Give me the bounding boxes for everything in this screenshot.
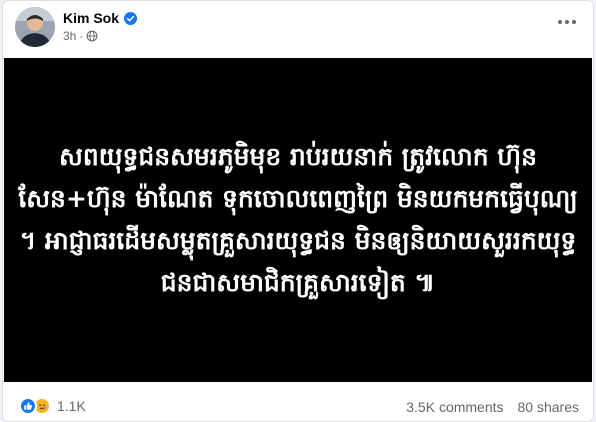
post-image[interactable]: សពយុទ្ធជនសមរភូមិមុខ រាប់រយនាក់ ត្រូវលោក … bbox=[4, 58, 592, 382]
meta-separator: · bbox=[79, 29, 84, 43]
post-meta: 3h · bbox=[63, 29, 98, 43]
like-icon bbox=[19, 397, 37, 415]
author-name[interactable]: Kim Sok bbox=[63, 10, 119, 26]
comments-count[interactable]: 3.5K comments bbox=[406, 399, 503, 415]
engagement-stats: 3.5K comments 80 shares bbox=[406, 399, 579, 415]
avatar-image bbox=[15, 7, 55, 47]
facebook-post: Kim Sok 3h · សពយុទ្ធជនសមរភូមិមុខ រាប់រយន… bbox=[2, 0, 594, 422]
verified-badge-icon bbox=[124, 11, 138, 25]
more-options-icon[interactable] bbox=[549, 7, 585, 37]
reactions-summary[interactable]: 1.1K bbox=[19, 397, 86, 415]
post-footer: 1.1K 3.5K comments 80 shares bbox=[3, 393, 593, 421]
post-time[interactable]: 3h bbox=[63, 29, 76, 43]
shares-count[interactable]: 80 shares bbox=[518, 399, 579, 415]
author-row: Kim Sok bbox=[63, 10, 138, 26]
globe-icon[interactable] bbox=[86, 30, 98, 42]
reaction-count: 1.1K bbox=[57, 398, 86, 414]
post-header: Kim Sok 3h · bbox=[3, 1, 593, 53]
post-image-text: សពយុទ្ធជនសមរភូមិមុខ រាប់រយនាក់ ត្រូវលោក … bbox=[18, 142, 578, 297]
author-avatar[interactable] bbox=[15, 7, 55, 47]
